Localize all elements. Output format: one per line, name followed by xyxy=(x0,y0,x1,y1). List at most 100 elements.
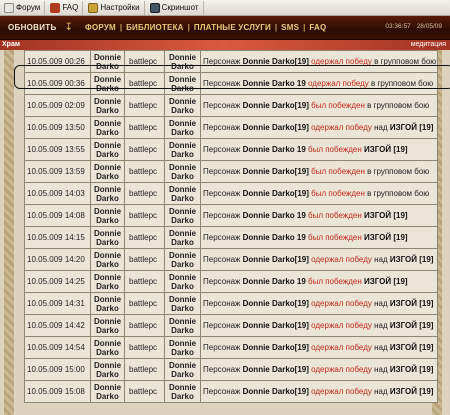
row-opponent[interactable]: Donnie Darko xyxy=(164,292,201,315)
row-character[interactable]: Donnie Darko xyxy=(90,94,125,117)
message-prefix: Персонаж xyxy=(203,387,243,396)
message-level: [19] xyxy=(294,255,309,264)
message-name: Donnie Darko xyxy=(242,167,295,176)
row-message: Персонаж Donnie Darko[19] был побежден в… xyxy=(200,182,438,205)
row-character[interactable]: Donnie Darko xyxy=(90,50,125,73)
message-suffix: над xyxy=(371,123,390,132)
row-opponent[interactable]: Donnie Darko xyxy=(164,336,201,359)
location-action[interactable]: медитация xyxy=(411,40,446,50)
message-name: Donnie Darko xyxy=(242,387,295,396)
table-row: 10.05.009 14:08 Donnie Darko battlepc Donni… xyxy=(24,204,438,227)
message-name: Donnie Darko xyxy=(242,321,295,330)
row-opponent[interactable]: Donnie Darko xyxy=(164,116,201,139)
settings-button[interactable]: Настройки xyxy=(86,0,145,15)
row-opponent[interactable]: Donnie Darko xyxy=(164,314,201,337)
row-character[interactable]: Donnie Darko xyxy=(90,72,125,95)
row-message: Персонаж Donnie Darko 19 был побежден ИЗ… xyxy=(200,226,438,249)
message-suffix: в групповом бою xyxy=(364,101,430,110)
row-opponent[interactable]: Donnie Darko xyxy=(164,226,201,249)
menu-item-forum[interactable]: ФОРУМ xyxy=(85,23,116,32)
faq-button[interactable]: FAQ xyxy=(48,0,84,15)
table-row: 10.05.009 15:08 Donnie Darko battlepc Donni… xyxy=(24,380,438,403)
message-verb: был побежден xyxy=(308,101,365,110)
row-opponent[interactable]: Donnie Darko xyxy=(164,138,201,161)
menu-item-paid-services[interactable]: ПЛАТНЫЕ УСЛУГИ xyxy=(194,23,271,32)
message-level: [19] xyxy=(294,299,309,308)
row-character[interactable]: Donnie Darko xyxy=(90,292,125,315)
message-suffix: в групповом бою xyxy=(364,167,430,176)
message-level: [19] xyxy=(294,189,309,198)
message-prefix: Персонаж xyxy=(203,233,243,242)
row-date: 10.05.009 14:20 xyxy=(24,248,91,271)
row-message: Персонаж Donnie Darko[19] одержал победу… xyxy=(200,336,438,359)
screenshot-button[interactable]: Скриншот xyxy=(148,0,204,15)
forum-button[interactable]: Форум xyxy=(2,0,46,15)
row-character[interactable]: Donnie Darko xyxy=(90,380,125,403)
message-target: ИЗГОЙ [19] xyxy=(389,387,434,396)
message-target: ИЗГОЙ [19] xyxy=(389,343,434,352)
message-name: Donnie Darko xyxy=(242,123,295,132)
message-suffix: в групповом бою xyxy=(368,79,434,88)
message-suffix: над xyxy=(371,299,390,308)
row-opponent[interactable]: Donnie Darko xyxy=(164,50,201,73)
forum-label: Форум xyxy=(16,3,41,12)
table-row: 10.05.009 14:42 Donnie Darko battlepc Donni… xyxy=(24,314,438,337)
row-message: Персонаж Donnie Darko 19 был побежден ИЗ… xyxy=(200,204,438,227)
message-name: Donnie Darko 19 xyxy=(242,277,306,286)
row-character[interactable]: Donnie Darko xyxy=(90,204,125,227)
row-date: 10.05.009 14:42 xyxy=(24,314,91,337)
row-opponent[interactable]: Donnie Darko xyxy=(164,160,201,183)
table-row: 10.05.009 13:59 Donnie Darko battlepc Donni… xyxy=(24,160,438,183)
message-prefix: Персонаж xyxy=(203,277,243,286)
row-opponent[interactable]: Donnie Darko xyxy=(164,248,201,271)
row-opponent[interactable]: Donnie Darko xyxy=(164,270,201,293)
message-verb: одержал победу xyxy=(308,321,372,330)
row-character[interactable]: Donnie Darko xyxy=(90,336,125,359)
message-name: Donnie Darko xyxy=(242,343,295,352)
row-date: 10.05.009 14:15 xyxy=(24,226,91,249)
row-character[interactable]: Donnie Darko xyxy=(90,116,125,139)
row-date: 10.05.009 02:09 xyxy=(24,94,91,117)
server-time: 03:36:57 xyxy=(385,23,411,30)
row-opponent[interactable]: Donnie Darko xyxy=(164,358,201,381)
message-verb: одержал победу xyxy=(305,79,369,88)
row-character[interactable]: Donnie Darko xyxy=(90,314,125,337)
row-character[interactable]: Donnie Darko xyxy=(90,160,125,183)
menu-item-faq[interactable]: FAQ xyxy=(309,23,326,32)
table-row: 10.05.009 14:25 Donnie Darko battlepc Donni… xyxy=(24,270,438,293)
row-opponent[interactable]: Donnie Darko xyxy=(164,204,201,227)
message-name: Donnie Darko xyxy=(242,299,295,308)
row-opponent[interactable]: Donnie Darko xyxy=(164,94,201,117)
row-character[interactable]: Donnie Darko xyxy=(90,226,125,249)
message-level: [19] xyxy=(294,57,309,66)
message-level: [19] xyxy=(294,321,309,330)
message-name: Donnie Darko 19 xyxy=(242,211,306,220)
message-verb: одержал победу xyxy=(308,57,372,66)
arrow-down-icon[interactable]: ↧ xyxy=(65,22,73,33)
row-character[interactable]: Donnie Darko xyxy=(90,358,125,381)
row-opponent[interactable]: Donnie Darko xyxy=(164,380,201,403)
row-battle-type: battlepc xyxy=(124,248,165,271)
location-name[interactable]: Храм xyxy=(2,40,20,50)
row-date: 10.05.009 13:50 xyxy=(24,116,91,139)
row-message: Персонаж Donnie Darko 19 был побежден ИЗ… xyxy=(200,270,438,293)
row-battle-type: battlepc xyxy=(124,358,165,381)
main-menu: ФОРУМ | БИБЛИОТЕКА | ПЛАТНЫЕ УСЛУГИ | SM… xyxy=(85,23,326,32)
refresh-button[interactable]: ОБНОВИТЬ xyxy=(8,23,57,32)
menu-item-sms[interactable]: SMS xyxy=(281,23,299,32)
row-character[interactable]: Donnie Darko xyxy=(90,182,125,205)
table-row: 10.05.009 14:54 Donnie Darko battlepc Donni… xyxy=(24,336,438,359)
row-character[interactable]: Donnie Darko xyxy=(90,270,125,293)
row-message: Персонаж Donnie Darko 19 одержал победу … xyxy=(200,72,438,95)
message-target: ИЗГОЙ [19] xyxy=(363,277,408,286)
row-character[interactable]: Donnie Darko xyxy=(90,138,125,161)
row-message: Персонаж Donnie Darko[19] одержал победу… xyxy=(200,314,438,337)
row-opponent[interactable]: Donnie Darko xyxy=(164,182,201,205)
table-row: 10.05.009 14:20 Donnie Darko battlepc Donni… xyxy=(24,248,438,271)
row-battle-type: battlepc xyxy=(124,292,165,315)
menu-item-library[interactable]: БИБЛИОТЕКА xyxy=(126,23,184,32)
row-opponent[interactable]: Donnie Darko xyxy=(164,72,201,95)
message-prefix: Персонаж xyxy=(203,365,243,374)
message-verb: одержал победу xyxy=(308,387,372,396)
row-character[interactable]: Donnie Darko xyxy=(90,248,125,271)
